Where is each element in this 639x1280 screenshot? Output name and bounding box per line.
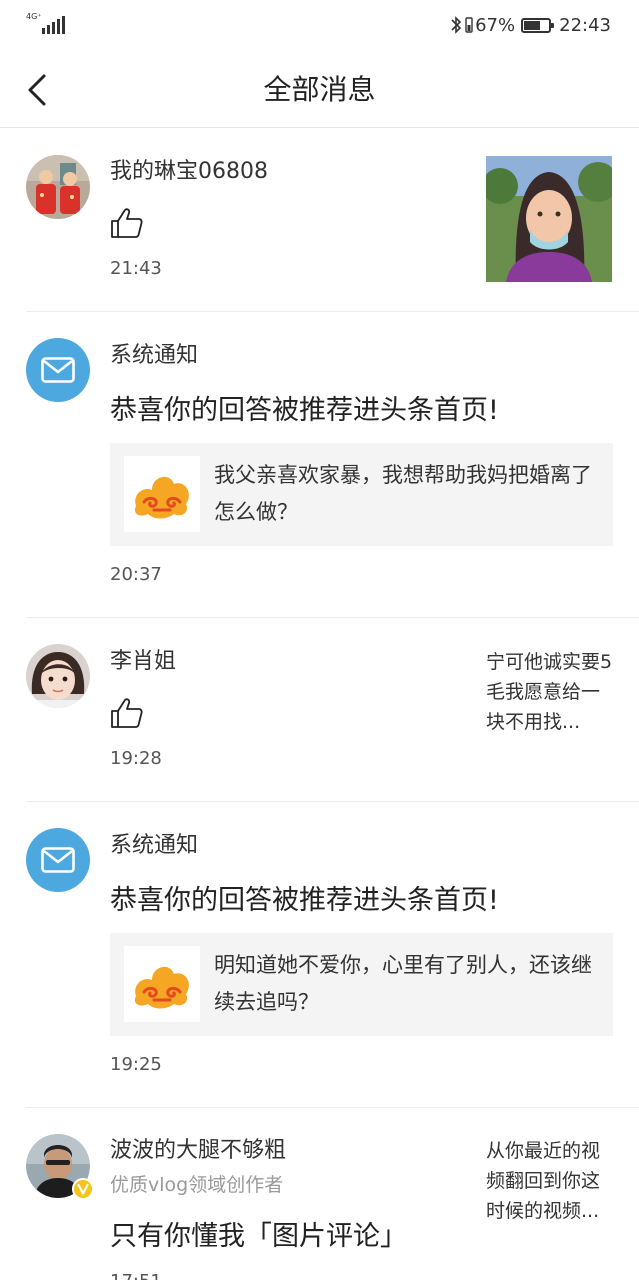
creator-subtitle: 优质vlog领域创作者 [110,1174,284,1196]
battery-icon [521,17,555,33]
message-item-comment[interactable]: 波波的大腿不够粗 优质vlog领域创作者 只有你懂我「图片评论」 17:51 从… [0,1108,639,1280]
comment-snippet: 从你最近的视频翻回到你这时候的视频... [486,1140,601,1222]
nav-bar: 全部消息 [0,50,639,128]
message-item-system[interactable]: 系统通知 恭喜你的回答被推荐进头条首页! 我父亲喜欢家暴，我想帮助我妈把婚离了怎… [0,312,639,618]
page-title: 全部消息 [263,73,376,106]
thumbs-up-icon [111,208,143,238]
status-right: 67% 22:43 [449,12,611,38]
message-headline: 只有你懂我「图片评论」 [110,1221,407,1252]
message-time: 19:25 [110,1054,162,1075]
system-avatar [26,338,90,402]
toutiao-logo-icon [124,946,200,1022]
status-bar: 4G⁺ 67% 22:43 [0,0,639,50]
quoted-question[interactable]: 我父亲喜欢家暴，我想帮助我妈把婚离了怎么做？ [110,443,613,546]
avatar[interactable] [26,155,90,219]
verified-v-icon [72,1178,94,1200]
signal-bars-icon [42,16,65,34]
toutiao-logo-icon [124,456,200,532]
message-time: 20:37 [110,564,162,585]
comment-snippet: 宁可他诚实要5毛我愿意给一块不用找... [486,651,613,733]
message-headline: 恭喜你的回答被推荐进头条首页! [110,885,499,916]
avatar[interactable] [26,1134,94,1200]
mail-icon [41,847,75,873]
post-thumbnail[interactable] [486,156,612,282]
sender-name: 李肖姐 [110,649,177,674]
avatar[interactable] [26,644,90,708]
sender-name: 系统通知 [110,343,199,368]
message-time: 19:28 [110,748,162,769]
thumbs-up-icon [111,698,143,728]
sender-name: 我的琳宝06808 [110,159,268,184]
sim-icon [465,17,473,33]
system-avatar [26,828,90,892]
signal-indicator: 4G⁺ [26,12,66,36]
message-item-like[interactable]: 李肖姐 19:28 宁可他诚实要5毛我愿意给一块不用找... [0,618,639,802]
bluetooth-icon [451,16,462,34]
quoted-question[interactable]: 明知道她不爱你，心里有了别人，还该继续去追吗？ [110,933,613,1036]
question-text: 我父亲喜欢家暴，我想帮助我妈把婚离了怎么做？ [214,463,592,524]
clock: 22:43 [559,14,611,36]
question-text: 明知道她不爱你，心里有了别人，还该继续去追吗？ [214,953,592,1014]
sender-name: 波波的大腿不够粗 [110,1138,287,1163]
mail-icon [41,357,75,383]
message-item-system[interactable]: 系统通知 恭喜你的回答被推荐进头条首页! 明知道她不爱你，心里有了别人，还该继续… [0,802,639,1108]
message-item-like[interactable]: 我的琳宝06808 21:43 [0,128,639,312]
battery-percent: 67% [475,14,516,36]
message-time: 17:51 [110,1270,162,1280]
sender-name: 系统通知 [110,833,199,858]
message-headline: 恭喜你的回答被推荐进头条首页! [110,395,499,426]
battery-level-fill [524,20,541,30]
message-time: 21:43 [110,258,162,279]
